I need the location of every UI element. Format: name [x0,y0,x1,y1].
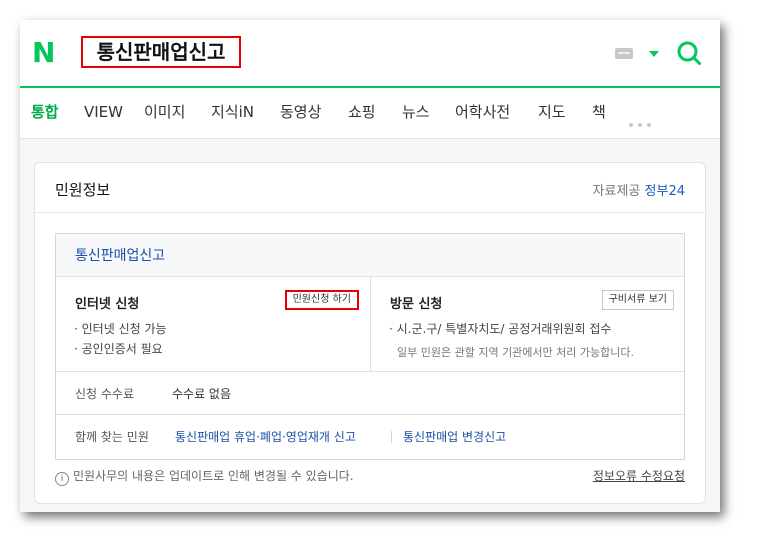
related-services-row: 함께 찾는 민원 통신판매업 휴업·폐업·영업재개 신고 통신판매업 변경신고 [56,414,684,459]
service-title-bar: 통신판매업신고 [56,234,684,277]
search-header: N 통신판매업신고 [20,20,720,88]
visit-application: 방문 신청 구비서류 보기 · 시.군.구/ 특별자치도/ 공정거래위원회 접수… [371,277,684,371]
tab-dictionary[interactable]: 어학사전 [455,102,510,122]
tab-shopping[interactable]: 쇼핑 [348,102,376,122]
more-tabs-icon[interactable] [629,112,656,131]
keyboard-icon[interactable] [615,48,633,59]
service-box: 통신판매업신고 인터넷 신청 민원신청 하기 · 인터넷 신청 가능 · 공인인… [55,233,685,460]
card-divider [35,212,705,213]
browser-frame: N 통신판매업신고 통합 VIEW 이미지 지식iN 동영상 쇼핑 뉴스 어학사… [20,20,720,512]
provider-link[interactable]: 정부24 [645,184,685,199]
search-icon[interactable] [676,40,702,66]
online-bullet: · 공인인증서 필요 [74,342,163,356]
service-title-link[interactable]: 통신판매업신고 [75,245,165,265]
naver-logo[interactable]: N [32,38,55,68]
data-provider: 자료제공 정부24 [593,180,685,199]
related-link-suspension[interactable]: 통신판매업 휴업·폐업·영업재개 신고 [175,428,356,445]
online-application-title: 인터넷 신청 [75,297,140,312]
card-title: 민원정보 [55,181,111,199]
link-divider [391,431,392,443]
search-query-input[interactable]: 통신판매업신고 [81,36,241,68]
chevron-down-icon[interactable] [649,51,659,57]
provider-label: 자료제공 [592,184,641,199]
online-bullet: · 인터넷 신청 가능 [74,322,167,336]
search-tabs: 통합 VIEW 이미지 지식iN 동영상 쇼핑 뉴스 어학사전 지도 책 [20,88,720,139]
info-icon: i [55,472,69,486]
visit-bullet: · 시.군.구/ 특별자치도/ 공정거래위원회 접수 [389,322,612,336]
visit-note: 일부 민원은 관할 지역 기관에서만 처리 가능합니다. [397,346,634,359]
tab-view[interactable]: VIEW [84,102,123,122]
online-application: 인터넷 신청 민원신청 하기 · 인터넷 신청 가능 · 공인인증서 필요 [56,277,371,371]
apply-online-button[interactable]: 민원신청 하기 [284,290,359,310]
tab-books[interactable]: 책 [592,102,606,122]
fee-row: 신청 수수료 수수료 없음 [56,371,684,414]
view-documents-button[interactable]: 구비서류 보기 [601,290,674,310]
related-link-change[interactable]: 통신판매업 변경신고 [403,428,506,445]
update-notice: i 민원사무의 내용은 업데이트로 인해 변경될 수 있습니다. [55,467,354,486]
tab-news[interactable]: 뉴스 [402,102,430,122]
civil-service-card: 민원정보 자료제공 정부24 통신판매업신고 인터넷 신청 민원신청 하기 · … [34,162,706,504]
related-label: 함께 찾는 민원 [75,430,149,444]
tab-knowledge-in[interactable]: 지식iN [211,102,254,122]
report-error-link[interactable]: 정보오류 수정요청 [593,467,685,484]
update-notice-text: 민원사무의 내용은 업데이트로 인해 변경될 수 있습니다. [73,469,354,483]
visit-application-title: 방문 신청 [390,297,443,312]
tab-images[interactable]: 이미지 [144,102,185,122]
tab-map[interactable]: 지도 [538,102,566,122]
fee-value: 수수료 없음 [172,387,232,401]
fee-label: 신청 수수료 [75,387,135,401]
tab-integrated[interactable]: 통합 [31,102,59,122]
tab-video[interactable]: 동영상 [280,102,321,122]
